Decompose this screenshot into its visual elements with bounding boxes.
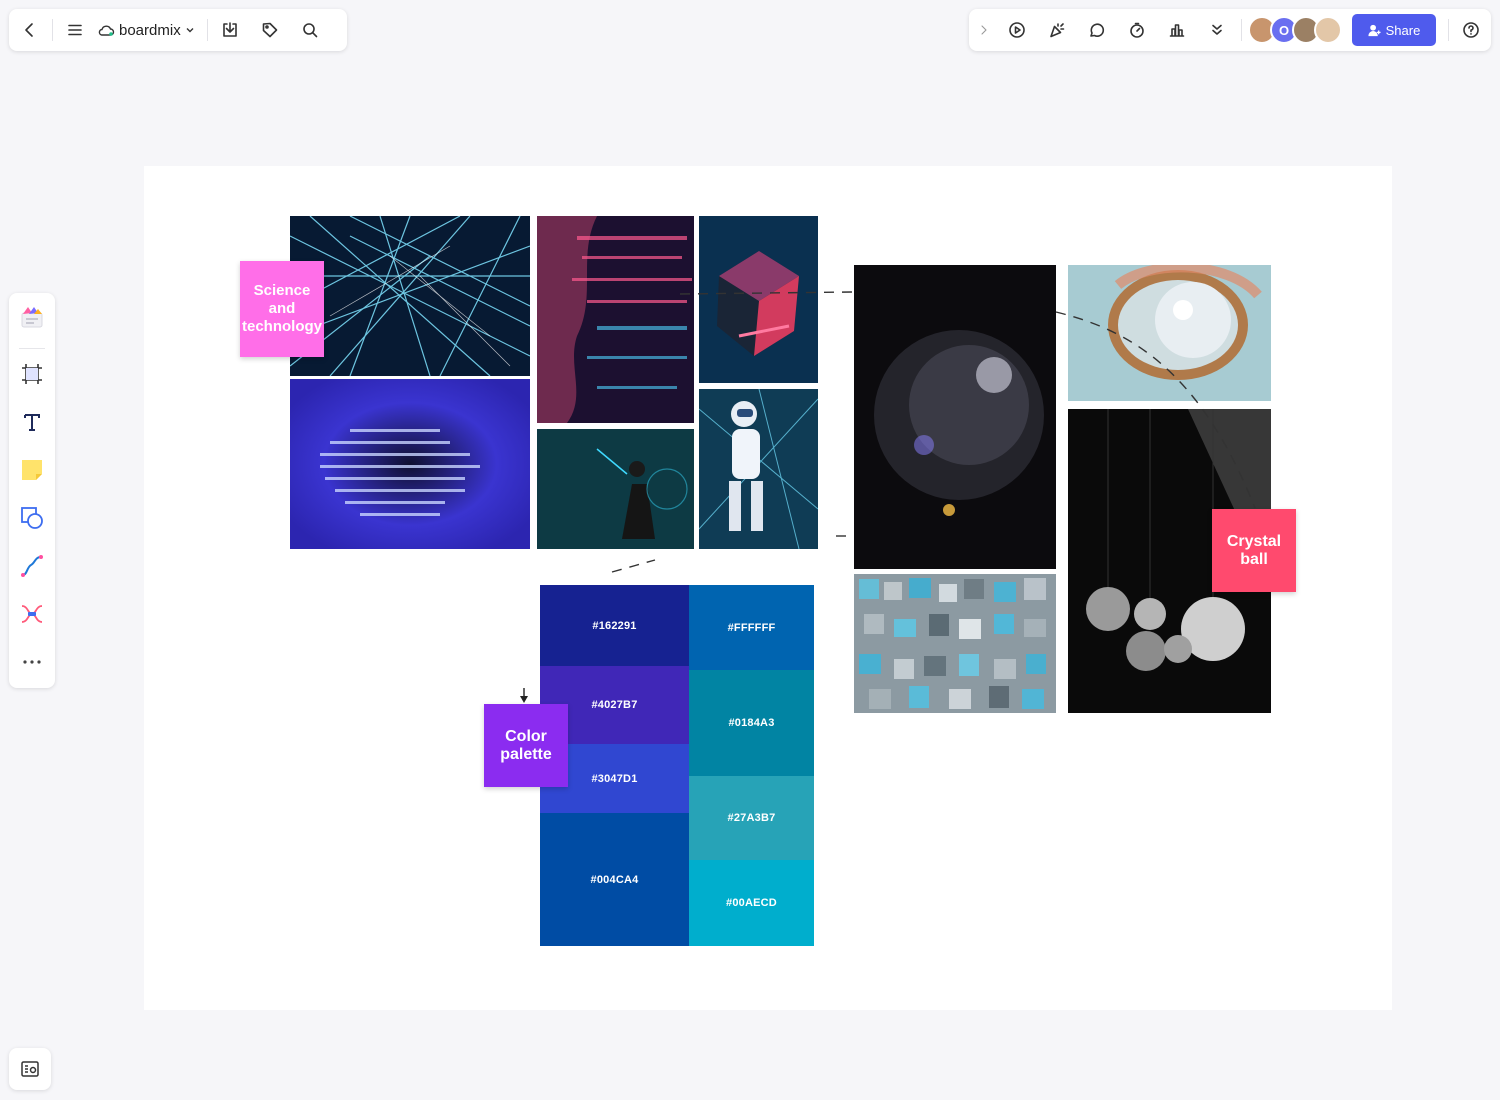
collapse-toolbar-button[interactable]	[973, 14, 995, 46]
user-add-icon	[1368, 24, 1381, 36]
shapes-icon	[21, 507, 43, 529]
more-tools-button[interactable]	[16, 646, 48, 678]
connector-tool[interactable]	[16, 598, 48, 630]
image-face-projection[interactable]	[537, 216, 694, 423]
more-dots-icon	[23, 660, 41, 664]
double-chevron-down-icon	[1212, 24, 1222, 35]
laser-lines-image	[290, 216, 530, 376]
download-icon	[222, 22, 237, 37]
cloud-icon	[98, 25, 115, 36]
minimap-button[interactable]	[9, 1048, 51, 1090]
search-button[interactable]	[294, 14, 326, 46]
robot-image	[699, 389, 818, 549]
share-label: Share	[1385, 22, 1421, 38]
image-crystal-sphere[interactable]	[854, 265, 1056, 569]
disco-ball-hand-image	[1068, 265, 1271, 401]
toolbar-divider	[52, 19, 53, 41]
help-icon	[1463, 22, 1479, 38]
sticky-note-crystal-ball[interactable]: Crystal ball	[1212, 509, 1296, 592]
help-button[interactable]	[1455, 14, 1487, 46]
top-right-toolbar: O Share	[969, 9, 1491, 51]
chevron-down-icon	[185, 22, 195, 39]
sticky-note-tool[interactable]	[16, 454, 48, 486]
comment-button[interactable]	[1081, 14, 1113, 46]
image-vr-person[interactable]	[537, 429, 694, 549]
toolbar-divider	[19, 348, 45, 349]
color-swatch[interactable]: #004CA4	[540, 813, 689, 946]
back-button[interactable]	[14, 14, 46, 46]
curve-pen-icon	[21, 555, 43, 577]
image-disco-ball-hand[interactable]	[1068, 265, 1271, 401]
hamburger-icon	[68, 24, 82, 36]
collaborator-avatars[interactable]: O	[1248, 16, 1342, 44]
tag-icon	[262, 22, 278, 38]
color-swatch[interactable]: #0184A3	[689, 670, 814, 776]
vr-person-image	[537, 429, 694, 549]
templates-icon	[21, 307, 43, 328]
minimap-icon	[21, 1061, 39, 1077]
crystal-sphere-image	[854, 265, 1056, 569]
present-button[interactable]	[1001, 14, 1033, 46]
share-button[interactable]: Share	[1352, 14, 1436, 46]
sticky-note-color-palette[interactable]: Color palette	[484, 704, 568, 787]
image-robot[interactable]	[699, 389, 818, 549]
image-code-blur[interactable]	[290, 379, 530, 549]
tag-button[interactable]	[254, 14, 286, 46]
search-icon	[302, 23, 318, 38]
shape-tool[interactable]	[16, 502, 48, 534]
frame-icon	[22, 364, 42, 384]
glass-cube-image	[699, 216, 818, 383]
sticky-note-icon	[22, 460, 42, 480]
download-button[interactable]	[214, 14, 246, 46]
image-mirror-tiles[interactable]	[854, 574, 1056, 713]
avatar[interactable]	[1314, 16, 1342, 44]
play-circle-icon	[1009, 22, 1025, 38]
image-laser-network[interactable]	[290, 216, 530, 376]
frame-tool[interactable]	[16, 358, 48, 390]
comment-icon	[1090, 23, 1105, 37]
color-swatch[interactable]: #00AECD	[689, 860, 814, 946]
party-popper-icon	[1050, 23, 1065, 38]
menu-button[interactable]	[59, 14, 91, 46]
toolbar-divider	[206, 19, 208, 41]
timer-icon	[1130, 22, 1144, 38]
text-icon	[24, 414, 40, 431]
timer-button[interactable]	[1121, 14, 1153, 46]
vote-button[interactable]	[1161, 14, 1193, 46]
chevron-left-icon	[25, 23, 33, 37]
app-name: boardmix	[119, 21, 181, 39]
text-tool[interactable]	[16, 406, 48, 438]
image-glass-cube[interactable]	[699, 216, 818, 383]
color-swatch[interactable]: #FFFFFF	[689, 585, 814, 670]
templates-tool[interactable]	[16, 301, 48, 333]
left-toolbar	[9, 293, 55, 688]
celebrate-button[interactable]	[1041, 14, 1073, 46]
face-projection-image	[537, 216, 694, 423]
code-blur-image	[290, 379, 530, 549]
pen-tool[interactable]	[16, 550, 48, 582]
color-swatch[interactable]: #27A3B7	[689, 776, 814, 860]
mindmap-icon	[21, 605, 43, 623]
file-menu[interactable]: boardmix	[91, 14, 201, 46]
vote-chart-icon	[1169, 24, 1185, 37]
toolbar-divider	[1448, 19, 1449, 41]
top-left-toolbar: boardmix	[9, 9, 347, 51]
toolbar-divider	[1241, 19, 1242, 41]
color-swatch[interactable]: #162291	[540, 585, 689, 666]
mirror-tiles-image	[854, 574, 1056, 713]
sticky-note-science[interactable]: Science and technology	[240, 261, 324, 357]
chevron-right-icon	[981, 25, 987, 35]
more-tools-button[interactable]	[1201, 14, 1233, 46]
